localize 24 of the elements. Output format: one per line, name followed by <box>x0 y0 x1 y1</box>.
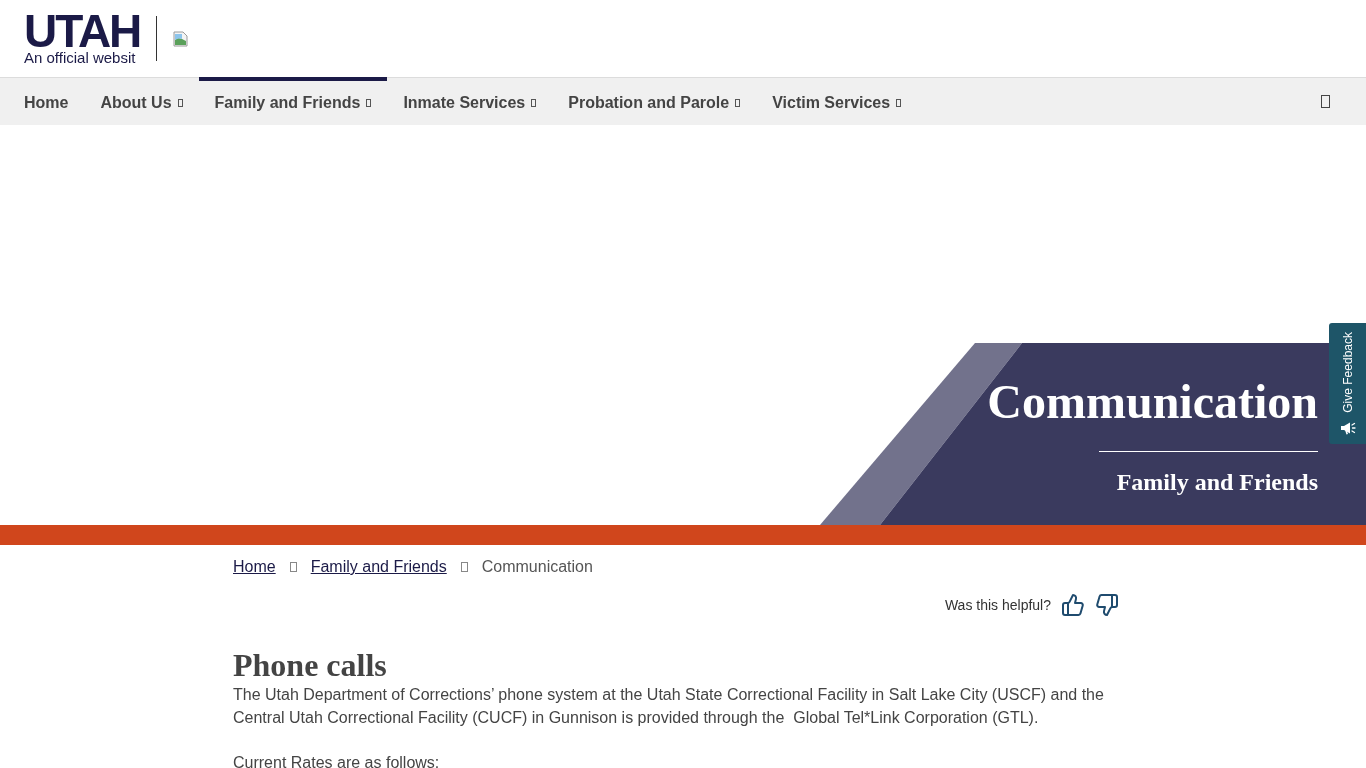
feedback-tab[interactable]: Give Feedback <box>1329 323 1366 444</box>
helpful-question: Was this helpful? <box>944 595 1051 615</box>
breadcrumb-link[interactable]: Family and Friends <box>310 555 447 579</box>
section-heading: Phone calls <box>233 647 388 683</box>
body-paragraph: The Utah Department of Corrections’ phone system at the Utah State Correctional Facility in Salt Lake City (USCF) and the Central Utah Correctional Facility (CUCF) in Gunnison is provided through the Global Tel*Link Corporation (GTL). <box>233 685 1105 728</box>
page-subtitle: Family and Friends <box>1116 468 1318 496</box>
breadcrumb-current: Communication <box>481 557 593 577</box>
missing-glyph-icon[interactable] <box>1321 95 1330 108</box>
broken-image-icon <box>173 30 190 47</box>
logo-tagline: An official websit <box>24 49 137 66</box>
breadcrumb-link[interactable]: Home <box>233 555 276 579</box>
nav-tab[interactable]: Home <box>8 77 85 125</box>
thumbs-up-icon[interactable] <box>1061 593 1085 617</box>
nav-tab[interactable]: Family and Friends <box>198 77 388 125</box>
logo-wordmark: UTAH <box>24 11 141 50</box>
missing-glyph-icon <box>460 562 468 572</box>
missing-glyph-icon <box>289 562 297 572</box>
nav-tab[interactable]: About Us <box>84 77 199 125</box>
nav-tab[interactable]: Probation and Parole <box>552 77 757 125</box>
nav-tab[interactable]: Inmate Services <box>387 77 553 125</box>
nav-tab[interactable]: Victim Services <box>756 77 918 125</box>
body-paragraph: Current Rates are as follows: <box>233 753 441 768</box>
thumbs-down-icon[interactable] <box>1095 593 1119 617</box>
page-title: Communication <box>987 374 1318 430</box>
